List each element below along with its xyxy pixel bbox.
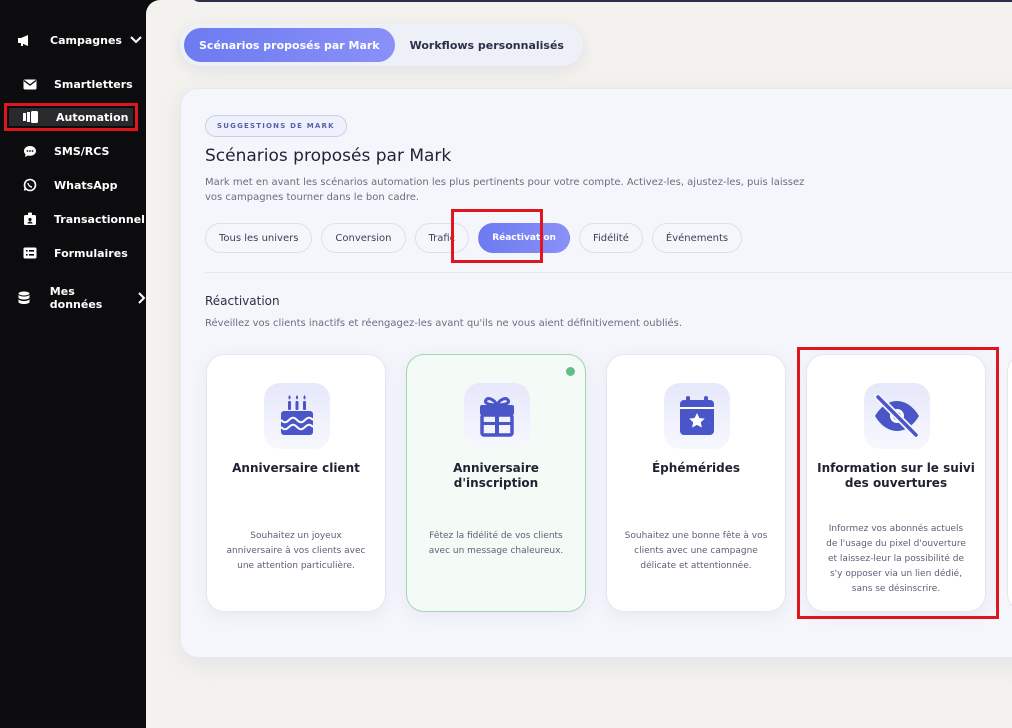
suggestions-panel: SUGGESTIONS DE MARK Scénarios proposés p… [180, 88, 1012, 658]
page-title: Scénarios proposés par Mark [205, 146, 452, 166]
chat-bubble-icon [22, 143, 38, 159]
cake-icon [264, 383, 330, 449]
gift-icon [464, 383, 530, 449]
scenario-card-anniversaire-inscription[interactable]: Anniversaire d'inscription Fêtez la fidé… [406, 354, 586, 612]
chevron-down-icon [130, 36, 142, 44]
sidebar-item-label: WhatsApp [54, 178, 118, 192]
highlight-box [797, 347, 999, 619]
sidebar-item-smartletters[interactable]: Smartletters [22, 74, 133, 94]
card-description: Fêtez la fidélité de vos clients avec un… [428, 531, 564, 556]
filter-fidelite[interactable]: Fidélité [578, 223, 643, 253]
scenario-card-ephemerides[interactable]: Éphémérides Souhaitez une bonne fête à v… [606, 354, 786, 612]
sidebar-item-label: Automation [56, 110, 129, 124]
filter-conversion[interactable]: Conversion [321, 223, 406, 253]
sidebar-item-automation[interactable]: Automation [4, 103, 138, 131]
tab-bar: Scénarios proposés par Mark Workflows pe… [180, 24, 583, 66]
filter-evenements[interactable]: Événements [651, 223, 743, 253]
page-description: Mark met en avant les scénarios automati… [205, 177, 805, 203]
id-badge-icon [22, 211, 38, 227]
card-title: Anniversaire client [232, 461, 360, 475]
sidebar-item-transactionnel[interactable]: Transactionnel [22, 209, 145, 229]
section-title: Réactivation [205, 294, 280, 308]
card-description: Souhaitez un joyeux anniversaire à vos c… [226, 531, 366, 571]
sidebar-item-formulaires[interactable]: Formulaires [22, 243, 128, 263]
sidebar-item-label: SMS/RCS [54, 144, 110, 158]
scenario-card-anniversaire-client[interactable]: Anniversaire client Souhaitez un joyeux … [206, 354, 386, 612]
nav-campagnes-label: Campagnes [50, 33, 122, 47]
sidebar-item-whatsapp[interactable]: WhatsApp [22, 175, 117, 195]
nav-mes-donnees[interactable]: Mes données [16, 285, 146, 311]
divider [205, 272, 1012, 273]
highlight-box [451, 209, 543, 263]
section-tag: SUGGESTIONS DE MARK [205, 115, 347, 137]
database-icon [16, 290, 32, 306]
sidebar-item-sms[interactable]: SMS/RCS [22, 141, 109, 161]
envelope-icon [22, 76, 38, 92]
nav-mes-donnees-label: Mes données [49, 285, 103, 311]
status-dot [566, 367, 575, 376]
chevron-right-icon [138, 292, 146, 304]
sidebar-item-label: Formulaires [54, 246, 128, 260]
megaphone-icon [16, 32, 32, 48]
main-content: Scénarios proposés par Mark Workflows pe… [146, 0, 1012, 728]
calendar-star-icon [664, 383, 730, 449]
card-title: Éphémérides [651, 461, 740, 475]
automation-icon [22, 109, 38, 125]
section-description: Réveillez vos clients inactifs et réenga… [205, 318, 683, 329]
card-title: Anniversaire d'inscription [453, 461, 539, 490]
scenario-card-partial[interactable] [1007, 354, 1012, 612]
card-description: Souhaitez une bonne fête à vos clients a… [624, 531, 768, 571]
nav-campagnes[interactable]: Campagnes [16, 30, 142, 50]
filter-tous-les-univers[interactable]: Tous les univers [205, 223, 313, 253]
form-list-icon [22, 245, 38, 261]
sidebar-item-label: Smartletters [54, 77, 133, 91]
top-header-edge [190, 0, 1012, 2]
sidebar-item-label: Transactionnel [54, 212, 145, 226]
whatsapp-icon [22, 177, 38, 193]
sidebar: Campagnes Smartletters Automation SMS/RC… [0, 0, 146, 728]
tab-scenarios[interactable]: Scénarios proposés par Mark [184, 28, 395, 62]
tab-workflows[interactable]: Workflows personnalisés [395, 28, 579, 62]
